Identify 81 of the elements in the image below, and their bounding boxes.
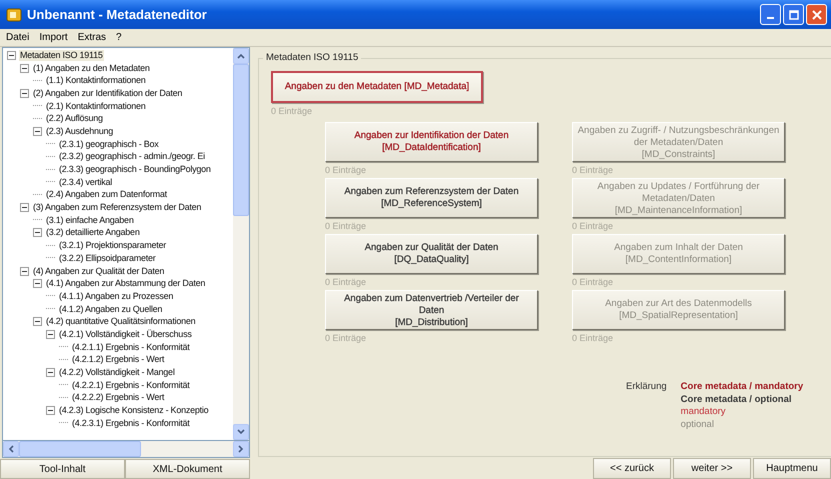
entry-count: 0 Einträge: [572, 277, 614, 287]
collapse-icon[interactable]: [20, 88, 29, 98]
tree-item[interactable]: (2.3) Ausdehnung: [45, 126, 114, 137]
collapse-icon[interactable]: [20, 203, 29, 212]
tab-button[interactable]: XML-Dokument: [125, 459, 250, 479]
collapse-icon[interactable]: [20, 266, 29, 276]
horizontal-scrollbar[interactable]: [2, 441, 250, 458]
entry-count: 0 Einträge: [325, 221, 368, 231]
tree-item[interactable]: (4.2.3.1) Ergebnis - Konformität: [71, 418, 191, 429]
nav-button[interactable]: Hauptmenu: [753, 458, 831, 479]
tree-item[interactable]: (3.1) einfache Angaben: [45, 214, 135, 226]
tree-item[interactable]: (4) Angaben zur Qualität der Daten: [32, 266, 166, 277]
tree-item[interactable]: (1) Angaben zu den Metadaten: [32, 62, 151, 74]
vertical-scrollbar[interactable]: [233, 48, 249, 440]
collapse-icon[interactable]: [7, 50, 16, 60]
tree-item[interactable]: (4.2.2) Vollständigkeit - Mangel: [58, 367, 176, 378]
menu-item[interactable]: ?: [116, 32, 122, 43]
section-button[interactable]: Angaben zum Referenzsystem der Daten [MD_ReferenceSystem]: [325, 178, 538, 218]
minimize-icon: [767, 17, 774, 19]
collapse-icon[interactable]: [33, 228, 42, 238]
menu-item[interactable]: Datei: [6, 32, 30, 43]
tree-item[interactable]: (4.1.2) Angaben zu Quellen: [58, 304, 164, 315]
section-button[interactable]: Angaben zur Identifikation der Daten [MD_DataIdentification]: [325, 122, 538, 162]
collapse-icon[interactable]: [33, 126, 42, 136]
tree-item[interactable]: (4.2.1.2) Ergebnis - Wert: [71, 354, 166, 366]
entry-count: 0 Einträge: [325, 165, 368, 175]
tree-item[interactable]: (4.2) quantitative Qualitätsinformationen: [45, 316, 196, 328]
section-button[interactable]: Angaben zur Qualität der Daten [DQ_DataQuality]: [325, 234, 538, 274]
tree-item[interactable]: (3.2.2) Ellipsoidparameter: [58, 252, 157, 264]
legend-item: Core metadata / mandatory: [680, 381, 804, 392]
menu-item[interactable]: Import: [39, 32, 68, 43]
tree-item[interactable]: (2.3.3) geographisch - BoundingPolygon: [58, 164, 212, 176]
tree-item[interactable]: (4.2.2.1) Ergebnis - Konformität: [71, 380, 191, 391]
tree-item[interactable]: (2.3.2) geographisch - admin./geogr. Ei: [58, 151, 206, 162]
close-icon: [812, 10, 822, 20]
tree-item[interactable]: (4.1) Angaben zur Abstammung der Daten: [45, 278, 206, 290]
app-icon: [6, 6, 22, 22]
legend-item: Core metadata / optional: [680, 394, 793, 405]
tree-item[interactable]: Metadaten ISO 19115: [19, 50, 104, 61]
legend-item: optional: [680, 418, 715, 430]
minimize-button[interactable]: [760, 4, 781, 25]
tree-item[interactable]: (4.2.2.2) Ergebnis - Wert: [71, 392, 166, 404]
tree-item[interactable]: (3) Angaben zum Referenzsystem der Daten: [32, 202, 202, 214]
legend-label: Erklärung: [626, 381, 667, 394]
menu-item[interactable]: Extras: [78, 32, 106, 43]
nav-button[interactable]: << zurück: [593, 458, 671, 479]
tree-item[interactable]: (3.2.1) Projektionsparameter: [58, 240, 168, 252]
collapse-icon[interactable]: [20, 64, 29, 73]
collapse-icon[interactable]: [33, 317, 42, 326]
entry-count: 0 Einträge: [572, 333, 614, 343]
collapse-icon[interactable]: [33, 279, 42, 288]
legend-item: mandatory: [680, 406, 727, 418]
maximize-icon: [788, 10, 798, 20]
tree-item[interactable]: (4.2.1.1) Ergebnis - Konformität: [71, 342, 191, 353]
tree-item[interactable]: (2.3.1) geographisch - Box: [58, 138, 160, 150]
collapse-icon[interactable]: [46, 330, 55, 339]
entry-count: 0 Einträge: [325, 333, 368, 343]
entry-count: 0 Einträge: [572, 221, 614, 231]
tree-item[interactable]: (1.1) Kontaktinformationen: [45, 75, 147, 86]
collapse-icon[interactable]: [46, 406, 55, 416]
collapse-icon[interactable]: [46, 368, 55, 378]
tree-item[interactable]: (3.2) detaillierte Angaben: [45, 227, 141, 238]
section-button[interactable]: Angaben zu den Metadaten [MD_Metadata]: [271, 71, 483, 103]
close-button[interactable]: [806, 4, 827, 25]
window-title: Unbenannt - Metadateneditor: [27, 7, 207, 22]
tree-item[interactable]: (4.1.1) Angaben zu Prozessen: [58, 290, 174, 302]
section-button[interactable]: Angaben zum Datenvertrieb /Verteiler der Daten [MD_Distribution]: [325, 290, 538, 330]
entry-count: 0 Einträge: [572, 165, 614, 175]
tree-item[interactable]: (2.2) Auflösung: [45, 113, 104, 124]
nav-button[interactable]: weiter >>: [673, 458, 751, 479]
maximize-button[interactable]: [783, 4, 804, 25]
tree-item[interactable]: (4.2.1) Vollständigkeit - Überschuss: [58, 328, 193, 340]
entry-count: 0 Einträge: [271, 106, 312, 116]
tree-item[interactable]: (2.4) Angaben zum Datenformat: [45, 189, 168, 200]
entry-count: 0 Einträge: [325, 277, 368, 287]
group-title: Metadaten ISO 19115: [263, 52, 362, 63]
tree-item[interactable]: (4.2.3) Logische Konsistenz - Konzeptio: [58, 405, 210, 416]
tree-item[interactable]: (2.3.4) vertikal: [58, 176, 114, 188]
tab-button[interactable]: Tool-Inhalt: [0, 459, 125, 479]
tree-item[interactable]: (2.1) Kontaktinformationen: [45, 100, 147, 112]
tree-item[interactable]: (2) Angaben zur Identifikation der Daten: [32, 88, 184, 99]
